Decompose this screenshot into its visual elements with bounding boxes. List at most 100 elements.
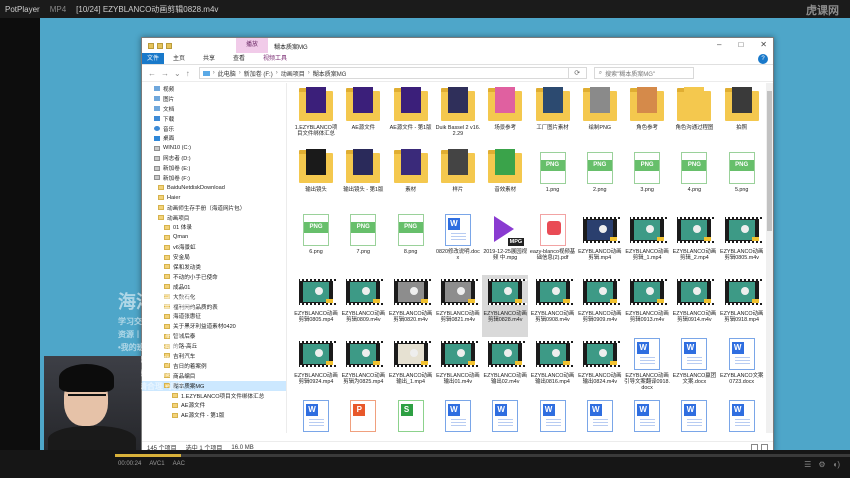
nav-tree-item[interactable]: Qman [142, 232, 286, 242]
file-item[interactable]: EZYBLANCO动画剪辑0805.mp4 [293, 275, 339, 337]
file-item[interactable]: PNG 5.png [719, 151, 765, 213]
nav-tree-item[interactable]: 网志者 (D:) [142, 153, 286, 163]
breadcrumb-current[interactable]: 糊本质案MG [313, 69, 347, 78]
file-item[interactable]: PNG 3.png [624, 151, 670, 213]
file-item[interactable]: EZYBLANCO动画剪辑0918.mp4 [719, 275, 765, 337]
tab-file[interactable]: 文件 [142, 53, 164, 64]
nav-tree-item[interactable]: WIN10 (C:) [142, 143, 286, 153]
file-item[interactable]: W [719, 399, 765, 433]
nav-tree-item[interactable]: 动画师生存手册（海道网片包） [142, 203, 286, 213]
file-item[interactable]: EZYBLANCO动画剪辑0913.m4v [624, 275, 670, 337]
file-item[interactable]: EZYBLANCO动画剪辑0909.m4v [577, 275, 623, 337]
close-icon[interactable]: ✕ [760, 40, 767, 49]
nav-tree-item[interactable]: 新加卷 (F:) [142, 173, 286, 183]
breadcrumb-projects[interactable]: 动画项目 [281, 69, 305, 78]
nav-tree-item[interactable]: 1.EZYBLANCO项目文件绑体汇总 [142, 391, 286, 401]
file-item[interactable]: W [624, 399, 670, 433]
tab-home[interactable]: 主页 [164, 53, 194, 64]
contextual-tab-header[interactable]: 播放 [236, 38, 268, 53]
file-item[interactable]: W [577, 399, 623, 433]
up-icon[interactable]: ↑ [186, 69, 190, 78]
nav-tree-item[interactable]: 音乐 [142, 124, 286, 134]
file-item[interactable]: 角色沟通过程图 [671, 87, 717, 151]
nav-tree-item[interactable]: 安金局 [142, 252, 286, 262]
file-grid[interactable]: 1.EZYBLANCO项目文件绑体汇总 AE源文件 AE源文件 - 第1版 Duik … [287, 83, 773, 433]
file-item[interactable]: 输出镜头 - 第1版 [340, 149, 386, 213]
scrollbar-thumb[interactable] [767, 91, 772, 231]
nav-tree-item[interactable]: 动画项目 [142, 213, 286, 223]
forward-icon[interactable]: → [161, 69, 169, 78]
breadcrumb-chevron-icon[interactable]: › [213, 70, 215, 76]
file-item[interactable]: 拍照 [719, 87, 765, 151]
breadcrumb-drive-f[interactable]: 新加卷 (F:) [244, 69, 273, 78]
tab-video-tools[interactable]: 视频工具 [254, 53, 296, 64]
nav-tree-item[interactable]: 新加卷 (E:) [142, 163, 286, 173]
file-item[interactable]: EZYBLANCO动画剪辑.mp4 [577, 213, 623, 275]
file-item[interactable]: EZYBLANCO动画剪辑0828.m4v [482, 275, 529, 337]
playlist-icon[interactable]: ☰ [804, 460, 811, 469]
nav-tree-item[interactable]: 01 体录 [142, 222, 286, 232]
file-item[interactable]: W [530, 399, 576, 433]
seek-bar[interactable] [115, 454, 850, 457]
file-item[interactable]: W [293, 399, 339, 433]
help-icon[interactable]: ? [758, 54, 768, 64]
file-item[interactable]: 场景参考 [482, 87, 528, 151]
settings-icon[interactable]: ⚙ [818, 460, 825, 469]
tab-view[interactable]: 查看 [224, 53, 254, 64]
vertical-scrollbar[interactable] [766, 83, 773, 433]
file-item[interactable]: 输出镜头 [293, 149, 339, 213]
maximize-icon[interactable]: □ [738, 40, 743, 49]
file-item[interactable]: PNG 8.png [388, 213, 434, 275]
file-item[interactable]: EZYBLANCO动画剪辑_2.mp4 [671, 213, 717, 275]
file-item[interactable]: PNG 7.png [340, 213, 386, 275]
nav-tree-item[interactable]: 视频 [142, 84, 286, 94]
minimize-icon[interactable]: – [717, 40, 721, 49]
file-item[interactable]: W 0820修改说明.docx [435, 213, 481, 275]
file-item[interactable]: PNG 2.png [577, 151, 623, 213]
file-item[interactable]: W [435, 399, 481, 433]
breadcrumb-chevron-icon[interactable]: › [239, 70, 241, 76]
address-bar[interactable]: › 此电脑 › 新加卷 (F:) › 动画项目 › 糊本质案MG [198, 67, 569, 79]
file-item[interactable]: W [671, 399, 717, 433]
nav-tree-item[interactable]: 桌面 [142, 133, 286, 143]
file-item[interactable]: W EZYBLANCO赢团文案.docx [671, 337, 717, 399]
file-item[interactable]: EZYBLANCO动画剪辑为0825.mp4 [340, 337, 386, 399]
file-item[interactable]: EZYBLANCO动画剪辑0805.m4v [719, 213, 765, 275]
nav-tree-item[interactable]: AE源文件 [142, 401, 286, 411]
file-item[interactable]: 样片 [435, 149, 481, 213]
file-item[interactable]: Duik Bassel 2 v16.2.29 [435, 87, 481, 151]
nav-tree-item[interactable]: 图片 [142, 94, 286, 104]
file-item[interactable]: 音效素材 [482, 149, 528, 213]
file-item[interactable]: EZYBLANCO动画输出02.m4v [482, 337, 528, 399]
player-app-name[interactable]: PotPlayer [0, 5, 45, 14]
breadcrumb-chevron-icon[interactable]: › [276, 70, 278, 76]
back-icon[interactable]: ← [148, 69, 156, 78]
file-item[interactable]: EZYBLANCO动画剪辑0924.mp4 [293, 337, 339, 399]
breadcrumb-chevron-icon[interactable]: › [308, 70, 310, 76]
file-item[interactable]: W EZYBLANCO动画引导文案翻译0918.docx [624, 337, 670, 399]
quick-access-toolbar[interactable] [142, 42, 172, 49]
file-item[interactable]: W [482, 399, 528, 433]
file-item[interactable]: AE源文件 [340, 87, 386, 151]
file-item[interactable]: 角色参考 [624, 87, 670, 151]
file-item[interactable]: 绘制PNG [577, 87, 623, 151]
file-item[interactable]: PNG 4.png [671, 151, 717, 213]
refresh-icon[interactable]: ⟳ [568, 67, 587, 79]
file-item[interactable]: EZYBLANCO动画剪辑0809.m4v [340, 275, 386, 337]
nav-tree-item[interactable]: 保和发动类 [142, 262, 286, 272]
nav-tree-item[interactable]: v6海景虹 [142, 242, 286, 252]
file-item[interactable]: eazy-blanco视频基础信息(2).pdf [530, 213, 576, 275]
file-item[interactable]: EZYBLANCO动画输出0816.mp4 [530, 337, 576, 399]
file-item[interactable]: W EZYBLANCO文案0723.docx [719, 337, 765, 399]
nav-tree-item[interactable]: 不动的小手已使命 [142, 272, 286, 282]
breadcrumb-this-pc[interactable]: 此电脑 [218, 69, 236, 78]
recent-chevron-icon[interactable]: ⌄ [174, 69, 181, 78]
file-item[interactable]: EZYBLANCO动画剪辑0914.m4v [671, 275, 717, 337]
file-item[interactable]: S [388, 399, 434, 433]
file-item[interactable]: EZYBLANCO动画剪辑0821.m4v [435, 275, 481, 337]
file-item[interactable]: 工厂图片素材 [530, 87, 576, 151]
file-item[interactable]: PNG 1.png [530, 151, 576, 213]
nav-tree-item[interactable]: BaiduNetdiskDownload [142, 183, 286, 193]
nav-tree-item[interactable]: AE源文件 - 第1版 [142, 410, 286, 420]
file-item[interactable]: EZYBLANCO动画剪辑_1.mp4 [624, 213, 670, 275]
